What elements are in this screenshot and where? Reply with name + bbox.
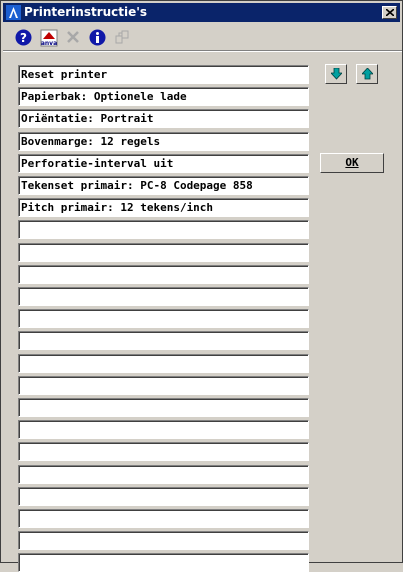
move-down-button[interactable] (325, 64, 347, 84)
instruction-field[interactable] (18, 287, 309, 306)
instruction-field[interactable]: Papierbak: Optionele lade (18, 87, 309, 106)
up-arrow-icon (362, 68, 373, 80)
ok-button[interactable]: OK (320, 153, 384, 173)
instruction-field[interactable] (18, 220, 309, 239)
down-arrow-icon (331, 68, 342, 80)
instruction-field[interactable]: Perforatie-interval uit (18, 154, 309, 173)
instruction-field[interactable]: Oriëntatie: Portrait (18, 109, 309, 128)
info-icon (89, 29, 106, 46)
instruction-field[interactable]: Reset printer (18, 65, 309, 84)
info-button[interactable] (86, 26, 108, 48)
instruction-field[interactable]: Tekenset primair: PC-8 Codepage 858 (18, 176, 309, 195)
instruction-field[interactable] (18, 398, 309, 417)
anva-button[interactable]: anva (37, 26, 59, 48)
instruction-field[interactable] (18, 531, 309, 550)
close-button[interactable] (382, 6, 397, 19)
printer-instructions-window: Printerinstructie's ? anva Reset printer… (0, 0, 403, 572)
anva-icon: anva (40, 29, 58, 47)
instruction-field[interactable] (18, 243, 309, 262)
instruction-field[interactable] (18, 331, 309, 350)
toolbar: ? anva (3, 23, 402, 52)
svg-text:anva: anva (41, 40, 57, 47)
instruction-field[interactable] (18, 265, 309, 284)
copy-button[interactable] (111, 26, 133, 48)
app-logo-icon (6, 5, 21, 20)
delete-button[interactable] (62, 26, 84, 48)
instruction-field[interactable] (18, 309, 309, 328)
window-title: Printerinstructie's (24, 5, 148, 19)
title-bar[interactable]: Printerinstructie's (3, 3, 400, 22)
instruction-field[interactable] (18, 376, 309, 395)
toolbar-separator (3, 50, 402, 52)
instruction-field[interactable] (18, 465, 309, 484)
instruction-field[interactable] (18, 354, 309, 373)
copy-icon (115, 30, 129, 44)
close-icon (386, 9, 394, 16)
instruction-field[interactable] (18, 442, 309, 461)
help-icon: ? (15, 29, 32, 46)
help-button[interactable]: ? (12, 26, 34, 48)
instruction-field[interactable] (18, 420, 309, 439)
instruction-field[interactable] (18, 487, 309, 506)
move-up-button[interactable] (356, 64, 378, 84)
instruction-field[interactable] (18, 509, 309, 528)
delete-icon (67, 31, 79, 43)
svg-text:?: ? (20, 31, 27, 45)
instruction-field[interactable]: Pitch primair: 12 tekens/inch (18, 198, 309, 217)
instruction-field[interactable]: Bovenmarge: 12 regels (18, 132, 309, 151)
